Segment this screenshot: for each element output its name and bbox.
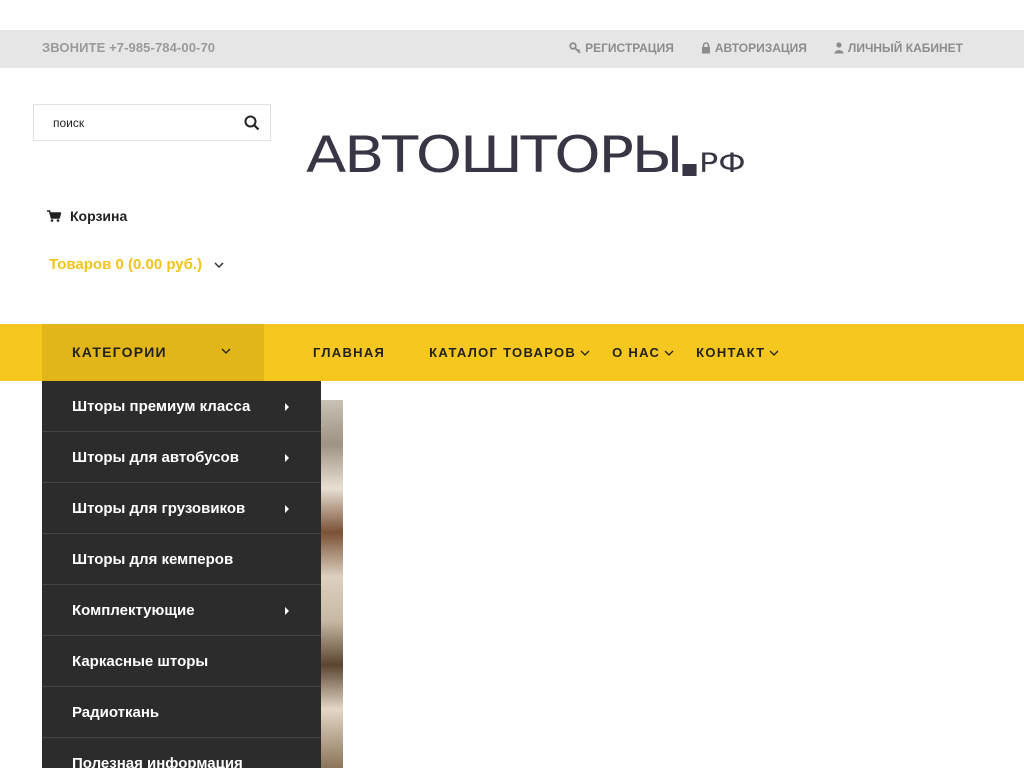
caret-right-icon: [285, 454, 289, 462]
category-label: Шторы премиум класса: [72, 398, 251, 415]
category-label: Радиоткань: [72, 704, 160, 721]
lock-icon: [701, 42, 710, 54]
menu-item-contact[interactable]: КОНТАКТ: [696, 324, 779, 381]
chevron-down-icon: [580, 350, 590, 356]
category-label: Шторы для грузовиков: [72, 500, 246, 517]
categories-dropdown: Шторы премиум класса Шторы для автобусов…: [42, 381, 321, 768]
phone-number: ЗВОНИТЕ +7-985-784-00-70: [42, 40, 216, 55]
register-link[interactable]: РЕГИСТРАЦИЯ: [569, 30, 674, 66]
caret-right-icon: [285, 505, 289, 513]
category-item-campers[interactable]: Шторы для кемперов: [42, 534, 321, 585]
account-link[interactable]: ЛИЧНЫЙ КАБИНЕТ: [834, 30, 963, 66]
menu-item-label: КОНТАКТ: [696, 345, 766, 360]
caret-right-icon: [285, 403, 289, 411]
category-label: Полезная информация: [72, 755, 243, 768]
search-button[interactable]: [244, 115, 260, 136]
menu-item-label: КАТАЛОГ ТОВАРОВ: [429, 345, 577, 360]
chevron-down-icon: [221, 348, 231, 354]
categories-label: КАТЕГОРИИ: [72, 344, 167, 360]
category-item-trucks[interactable]: Шторы для грузовиков: [42, 483, 321, 534]
category-item-radio-fabric[interactable]: Радиоткань: [42, 687, 321, 738]
categories-toggle[interactable]: КАТЕГОРИИ: [42, 324, 264, 381]
cart-link[interactable]: Корзина: [47, 208, 127, 224]
cart-total-dropdown[interactable]: Товаров 0 (0.00 руб.): [49, 256, 224, 273]
menu-item-label: О НАС: [612, 345, 661, 360]
cart-label: Корзина: [70, 208, 128, 224]
menu-item-about[interactable]: О НАС: [612, 324, 674, 381]
cart-total-text: Товаров 0 (0.00 руб.): [49, 256, 203, 273]
login-label: АВТОРИЗАЦИЯ: [714, 41, 807, 55]
logo-dot: [682, 164, 697, 176]
menu-item-label: ГЛАВНАЯ: [313, 345, 386, 360]
chevron-down-icon: [214, 261, 224, 268]
chevron-down-icon: [769, 350, 779, 356]
category-label: Комплектующие: [72, 602, 195, 619]
category-item-buses[interactable]: Шторы для автобусов: [42, 432, 321, 483]
account-label: ЛИЧНЫЙ КАБИНЕТ: [847, 41, 963, 55]
main-navbar: КАТЕГОРИИ ГЛАВНАЯ КАТАЛОГ ТОВАРОВ О НАС …: [0, 324, 1024, 381]
category-label: Шторы для автобусов: [72, 449, 239, 466]
slider-image: [320, 400, 343, 768]
category-label: Шторы для кемперов: [72, 551, 234, 568]
category-label: Каркасные шторы: [72, 653, 209, 670]
logo-suffix-text: РФ: [698, 148, 746, 179]
category-item-premium[interactable]: Шторы премиум класса: [42, 381, 321, 432]
menu-item-home[interactable]: ГЛАВНАЯ: [313, 324, 385, 381]
key-icon: [569, 42, 581, 54]
main-menu: ГЛАВНАЯ КАТАЛОГ ТОВАРОВ О НАС КОНТАКТ: [313, 324, 801, 381]
search-icon: [244, 115, 260, 131]
category-item-accessories[interactable]: Комплектующие: [42, 585, 321, 636]
search-input[interactable]: [53, 114, 223, 132]
register-label: РЕГИСТРАЦИЯ: [585, 41, 674, 55]
category-item-useful-info[interactable]: Полезная информация: [42, 738, 321, 768]
search-box: [33, 104, 271, 141]
user-icon: [834, 42, 844, 54]
menu-item-catalog[interactable]: КАТАЛОГ ТОВАРОВ: [429, 324, 590, 381]
chevron-down-icon: [664, 350, 674, 356]
account-links: РЕГИСТРАЦИЯ АВТОРИЗАЦИЯ ЛИЧНЫЙ КАБИНЕТ: [542, 30, 963, 66]
logo-main-text: АВТОШТОРЫ: [306, 126, 684, 184]
caret-right-icon: [285, 607, 289, 615]
login-link[interactable]: АВТОРИЗАЦИЯ: [701, 30, 807, 66]
site-logo[interactable]: АВТОШТОРЫ РФ: [306, 127, 746, 183]
category-item-frame-curtains[interactable]: Каркасные шторы: [42, 636, 321, 687]
cart-icon: [47, 210, 61, 222]
top-bar: ЗВОНИТЕ +7-985-784-00-70 РЕГИСТРАЦИЯ АВТ…: [0, 30, 1024, 68]
